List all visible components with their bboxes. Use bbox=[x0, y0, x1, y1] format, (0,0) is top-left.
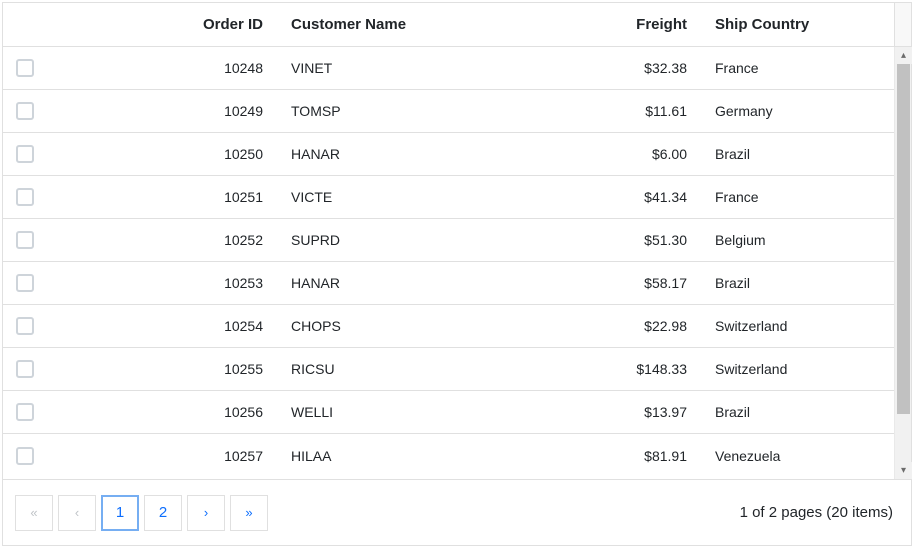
row-checkbox-cell bbox=[3, 274, 47, 292]
cell-order-id: 10251 bbox=[47, 189, 277, 205]
cell-customer-name: VINET bbox=[277, 60, 565, 76]
cell-freight: $32.38 bbox=[565, 60, 701, 76]
row-checkbox-cell bbox=[3, 317, 47, 335]
cell-ship-country: Belgium bbox=[701, 232, 893, 248]
cell-order-id: 10255 bbox=[47, 361, 277, 377]
cell-customer-name: VICTE bbox=[277, 189, 565, 205]
table-row[interactable]: 10257HILAA$81.91Venezuela bbox=[3, 434, 894, 477]
table-row[interactable]: 10254CHOPS$22.98Switzerland bbox=[3, 305, 894, 348]
table-row[interactable]: 10248VINET$32.38France bbox=[3, 47, 894, 90]
cell-order-id: 10256 bbox=[47, 404, 277, 420]
table-row[interactable]: 10249TOMSP$11.61Germany bbox=[3, 90, 894, 133]
pager-prev-button[interactable]: ‹ bbox=[58, 495, 96, 531]
chevron-right-icon: › bbox=[204, 505, 208, 520]
cell-customer-name: CHOPS bbox=[277, 318, 565, 334]
header-customer-name[interactable]: Customer Name bbox=[277, 16, 565, 33]
cell-customer-name: SUPRD bbox=[277, 232, 565, 248]
scroll-gutter bbox=[894, 3, 911, 47]
chevron-double-left-icon: « bbox=[30, 505, 37, 520]
header-order-id[interactable]: Order ID bbox=[47, 16, 277, 33]
pager-first-button[interactable]: « bbox=[15, 495, 53, 531]
cell-customer-name: HANAR bbox=[277, 275, 565, 291]
cell-freight: $22.98 bbox=[565, 318, 701, 334]
chevron-double-right-icon: » bbox=[245, 505, 252, 520]
cell-freight: $81.91 bbox=[565, 448, 701, 464]
cell-order-id: 10248 bbox=[47, 60, 277, 76]
cell-freight: $51.30 bbox=[565, 232, 701, 248]
cell-order-id: 10249 bbox=[47, 103, 277, 119]
cell-freight: $6.00 bbox=[565, 146, 701, 162]
cell-customer-name: TOMSP bbox=[277, 103, 565, 119]
row-checkbox[interactable] bbox=[16, 360, 34, 378]
data-grid: Order ID Customer Name Freight Ship Coun… bbox=[2, 2, 912, 546]
cell-ship-country: France bbox=[701, 189, 893, 205]
row-checkbox-cell bbox=[3, 360, 47, 378]
scroll-thumb[interactable] bbox=[897, 64, 910, 414]
cell-order-id: 10252 bbox=[47, 232, 277, 248]
cell-customer-name: WELLI bbox=[277, 404, 565, 420]
grid-body: 10248VINET$32.38France10249TOMSP$11.61Ge… bbox=[3, 47, 894, 479]
row-checkbox[interactable] bbox=[16, 274, 34, 292]
chevron-left-icon: ‹ bbox=[75, 505, 79, 520]
row-checkbox-cell bbox=[3, 231, 47, 249]
vertical-scrollbar[interactable]: ▴ ▾ bbox=[894, 47, 911, 479]
cell-order-id: 10254 bbox=[47, 318, 277, 334]
cell-freight: $13.97 bbox=[565, 404, 701, 420]
cell-customer-name: RICSU bbox=[277, 361, 565, 377]
pager-last-button[interactable]: » bbox=[230, 495, 268, 531]
row-checkbox[interactable] bbox=[16, 447, 34, 465]
cell-freight: $148.33 bbox=[565, 361, 701, 377]
row-checkbox-cell bbox=[3, 102, 47, 120]
cell-customer-name: HANAR bbox=[277, 146, 565, 162]
pager-next-button[interactable]: › bbox=[187, 495, 225, 531]
cell-customer-name: HILAA bbox=[277, 448, 565, 464]
pager: « ‹ 12 › » 1 of 2 pages (20 items) bbox=[3, 479, 911, 545]
row-checkbox-cell bbox=[3, 403, 47, 421]
table-row[interactable]: 10251VICTE$41.34France bbox=[3, 176, 894, 219]
row-checkbox[interactable] bbox=[16, 403, 34, 421]
cell-ship-country: France bbox=[701, 60, 893, 76]
row-checkbox[interactable] bbox=[16, 231, 34, 249]
cell-ship-country: Germany bbox=[701, 103, 893, 119]
header-freight[interactable]: Freight bbox=[565, 16, 701, 33]
row-checkbox-cell bbox=[3, 447, 47, 465]
cell-ship-country: Brazil bbox=[701, 146, 893, 162]
cell-order-id: 10257 bbox=[47, 448, 277, 464]
cell-freight: $41.34 bbox=[565, 189, 701, 205]
row-checkbox[interactable] bbox=[16, 145, 34, 163]
pager-page-button[interactable]: 1 bbox=[101, 495, 139, 531]
cell-order-id: 10250 bbox=[47, 146, 277, 162]
row-checkbox[interactable] bbox=[16, 188, 34, 206]
table-row[interactable]: 10253HANAR$58.17Brazil bbox=[3, 262, 894, 305]
row-checkbox-cell bbox=[3, 59, 47, 77]
grid-header: Order ID Customer Name Freight Ship Coun… bbox=[3, 3, 894, 47]
header-ship-country[interactable]: Ship Country bbox=[701, 16, 893, 33]
cell-ship-country: Brazil bbox=[701, 275, 893, 291]
row-checkbox-cell bbox=[3, 145, 47, 163]
scroll-up-button[interactable]: ▴ bbox=[895, 47, 912, 64]
row-checkbox[interactable] bbox=[16, 59, 34, 77]
cell-ship-country: Venezuela bbox=[701, 448, 893, 464]
table-row[interactable]: 10250HANAR$6.00Brazil bbox=[3, 133, 894, 176]
cell-ship-country: Switzerland bbox=[701, 318, 893, 334]
scroll-down-button[interactable]: ▾ bbox=[895, 462, 912, 479]
table-row[interactable]: 10256WELLI$13.97Brazil bbox=[3, 391, 894, 434]
pager-info: 1 of 2 pages (20 items) bbox=[740, 504, 899, 521]
cell-ship-country: Switzerland bbox=[701, 361, 893, 377]
row-checkbox[interactable] bbox=[16, 102, 34, 120]
cell-freight: $58.17 bbox=[565, 275, 701, 291]
row-checkbox[interactable] bbox=[16, 317, 34, 335]
pager-page-button[interactable]: 2 bbox=[144, 495, 182, 531]
table-row[interactable]: 10255RICSU$148.33Switzerland bbox=[3, 348, 894, 391]
table-row[interactable]: 10252SUPRD$51.30Belgium bbox=[3, 219, 894, 262]
cell-ship-country: Brazil bbox=[701, 404, 893, 420]
cell-freight: $11.61 bbox=[565, 103, 701, 119]
row-checkbox-cell bbox=[3, 188, 47, 206]
cell-order-id: 10253 bbox=[47, 275, 277, 291]
